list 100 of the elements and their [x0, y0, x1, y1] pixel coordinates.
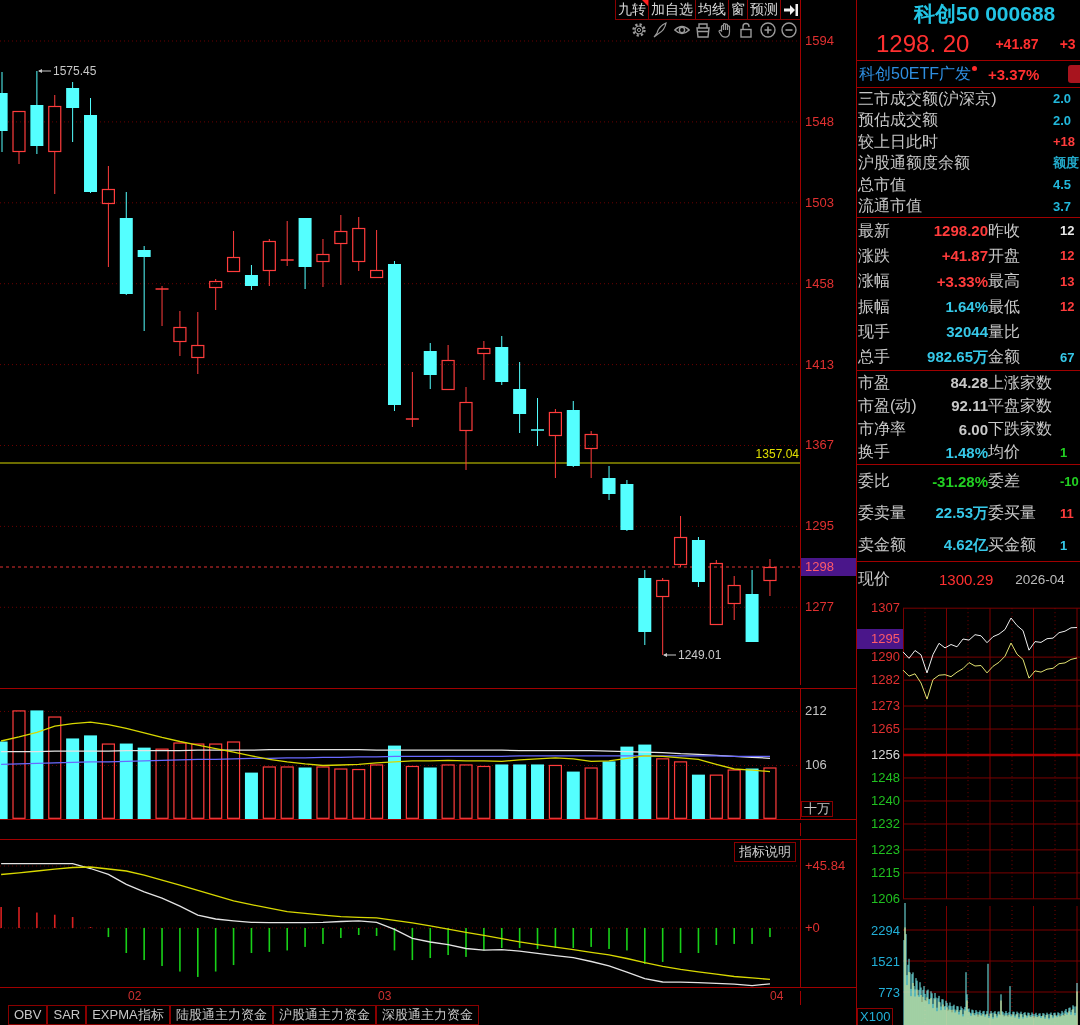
- toolbar-button[interactable]: 窗: [728, 0, 747, 19]
- price-axis-label: 1458: [804, 275, 834, 292]
- indicator-bar: [53, 914, 56, 928]
- candlestick: [673, 515, 688, 568]
- low-price-label: 1249.01: [678, 648, 722, 662]
- candlestick: [209, 278, 223, 311]
- volume-bar: [691, 774, 705, 819]
- stat-label: 较上日此时: [858, 132, 939, 151]
- volume-bar: [656, 758, 670, 819]
- quote-value: 1: [1060, 444, 1068, 460]
- quote-label: 最新: [858, 221, 890, 240]
- volume-axis-label: 212: [804, 703, 827, 720]
- indicator-bar: [626, 928, 628, 951]
- indicator-tab[interactable]: 深股通主力资金: [375, 1005, 479, 1025]
- current-price-tag: 1298: [801, 558, 856, 576]
- price-change: +41.87: [995, 35, 1039, 52]
- quote-value: 13: [1060, 273, 1075, 289]
- candlestick: [244, 264, 258, 291]
- candlestick: [584, 430, 598, 479]
- intraday-volume-label: 2294: [870, 921, 901, 940]
- leader-arrow: [663, 653, 677, 657]
- candlestick: [763, 558, 777, 597]
- quote-value: 67: [1060, 349, 1075, 365]
- indicator-tab[interactable]: 沪股通主力资金: [272, 1005, 376, 1025]
- hand-icon[interactable]: [716, 22, 733, 38]
- indicator-bar: [751, 928, 753, 944]
- intraday-axis-label: 1215: [871, 864, 900, 881]
- volume-bar: [584, 767, 598, 819]
- zoom-in-icon[interactable]: [759, 22, 776, 38]
- candlestick: [334, 214, 348, 286]
- zoom-out-icon[interactable]: [781, 22, 797, 38]
- quote-value: 1.48%: [945, 443, 988, 461]
- intraday-axis-label: 1256: [871, 746, 900, 763]
- quote-label: 最低: [988, 297, 1020, 316]
- indicator-tab[interactable]: OBV: [8, 1005, 48, 1025]
- indicator-bar: [500, 928, 503, 948]
- stat-value: 4.5: [1053, 177, 1072, 193]
- volume-bar: [531, 764, 544, 819]
- volume-bar: [495, 764, 509, 819]
- candlestick: [191, 311, 205, 375]
- panel-toggle-button[interactable]: [780, 0, 800, 19]
- quote-value: 4.62亿: [943, 535, 988, 555]
- quote-value: 6.00: [958, 420, 988, 438]
- indicator-bar: [733, 928, 735, 944]
- quote-label: 均价: [988, 443, 1020, 462]
- candlestick: [423, 342, 437, 390]
- indicator-help-button[interactable]: 指标说明: [734, 842, 796, 862]
- toolbar-button[interactable]: 加自选: [648, 0, 695, 19]
- indicator-bar: [214, 928, 217, 972]
- candlestick: [370, 229, 384, 279]
- indicator-bar: [36, 912, 38, 928]
- stat-value: +18: [1053, 134, 1076, 150]
- toolbar-button[interactable]: 均线: [695, 0, 728, 19]
- indicator-bar: [286, 928, 288, 951]
- intraday-axis-label: 1206: [871, 890, 900, 907]
- indicator-bar: [197, 928, 199, 977]
- date-axis-label: 03: [378, 989, 392, 1003]
- candlestick: [66, 81, 80, 143]
- price-axis-label: 1295: [804, 518, 834, 535]
- intraday-current-tag: 1295: [857, 629, 903, 649]
- quote-label: 上涨家数: [988, 373, 1052, 392]
- quote-value: 92.11: [951, 397, 988, 415]
- volume-bar: [727, 769, 741, 819]
- quote-label: 委比: [858, 472, 890, 490]
- stat-label: 三市成交额(沪深京): [858, 89, 998, 108]
- date-label: 2026-04: [1015, 571, 1065, 587]
- toolbar-button[interactable]: 预测: [747, 0, 780, 19]
- quote-label: 昨收: [988, 221, 1020, 240]
- pen-icon[interactable]: [652, 22, 668, 38]
- basket-icon[interactable]: [695, 22, 711, 38]
- gear-icon[interactable]: [630, 22, 647, 38]
- etf-change: +3.37%: [988, 65, 1040, 83]
- toolbar-button[interactable]: 九转: [615, 0, 648, 19]
- volume-bar: [566, 771, 580, 819]
- indicator-bar: [322, 928, 324, 944]
- intraday-axis-label: 1240: [871, 792, 900, 809]
- indicator-bar: [0, 907, 2, 928]
- candlestick: [173, 310, 187, 357]
- quote-label: 振幅: [858, 297, 890, 316]
- indicator-bar: [250, 928, 253, 953]
- indicator-tab[interactable]: EXPMA指标: [86, 1005, 170, 1025]
- indicator-bar: [679, 928, 682, 953]
- indicator-bar: [465, 928, 467, 957]
- indicator-tab[interactable]: 陆股通主力资金: [169, 1005, 273, 1025]
- indicator-bar: [71, 917, 74, 928]
- volume-bar: [405, 765, 419, 819]
- indicator-bar: [644, 928, 646, 964]
- quote-value: 1298.20: [933, 222, 988, 240]
- price-axis-label: 1277: [804, 599, 834, 616]
- etf-link[interactable]: 科创50ETF广发: [859, 63, 971, 85]
- indicator-tab[interactable]: SAR: [47, 1005, 87, 1025]
- quote-value: 12: [1060, 299, 1075, 315]
- lock-icon[interactable]: [738, 22, 754, 38]
- volume-bar: [441, 764, 455, 819]
- date-axis-label: 02: [128, 989, 142, 1003]
- indicator-bar: [125, 928, 128, 953]
- quote-label: 换手: [858, 443, 890, 462]
- price-axis-label: 1413: [804, 356, 834, 373]
- indicator-bar: [411, 928, 414, 961]
- volume-bar: [423, 767, 437, 819]
